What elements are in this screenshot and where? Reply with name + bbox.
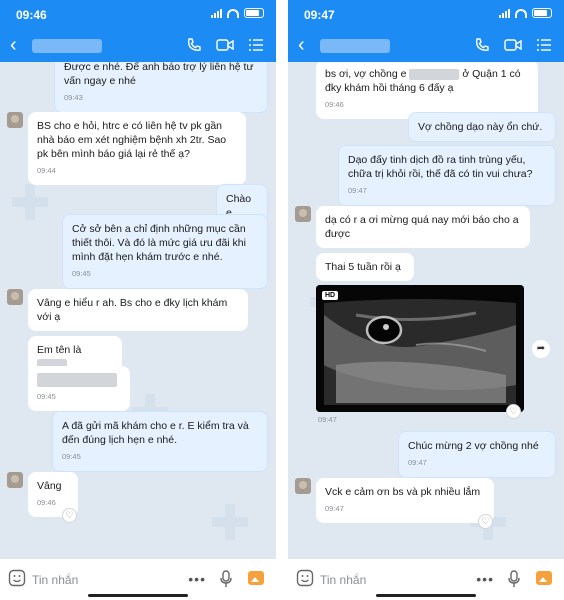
- message-text: dạ có r a ơi mừng quá nay mới báo cho a …: [325, 214, 519, 240]
- hd-badge: HD: [322, 291, 339, 300]
- microphone-icon[interactable]: [508, 570, 520, 588]
- message-bubble-incoming[interactable]: Thai 5 tuần rồi ạ: [316, 253, 414, 281]
- image-icon[interactable]: [536, 571, 552, 585]
- emoji-icon[interactable]: [296, 569, 314, 587]
- signal-icon: [499, 8, 510, 18]
- home-indicator[interactable]: [88, 594, 188, 597]
- message-bubble-incoming[interactable]: Vâng e hiểu r ah. Bs cho e đky lịch khám…: [28, 289, 248, 331]
- message-time: 09:46: [325, 100, 344, 109]
- more-dots-icon[interactable]: •••: [188, 571, 206, 587]
- status-bar: 09:47: [288, 0, 564, 30]
- message-list[interactable]: bs ơi, vợ chồng e ở Quận 1 có đky khám h…: [288, 62, 564, 558]
- redacted-name: [409, 68, 460, 80]
- message-bubble-outgoing[interactable]: Chúc mừng 2 vợ chồng nhé 09:47: [398, 431, 556, 478]
- signal-icon: [211, 8, 222, 18]
- status-time: 09:47: [304, 8, 335, 22]
- more-dots-icon[interactable]: •••: [476, 571, 494, 587]
- video-camera-icon[interactable]: [504, 38, 522, 52]
- avatar[interactable]: [7, 289, 23, 305]
- message-time: 09:47: [318, 415, 337, 424]
- message-text: Cở sở bên a chỉ định những mục cần thiết…: [72, 223, 246, 263]
- message-text: BS cho e hỏi, htrc e có liên hệ tv pk gầ…: [37, 120, 227, 160]
- redacted-text: [37, 373, 117, 388]
- message-text: A đã gửi mã khám cho e r. E kiểm tra và …: [62, 420, 249, 446]
- watermark-logo: [12, 184, 48, 220]
- phone-icon[interactable]: [186, 37, 202, 53]
- message-time: 09:47: [348, 186, 367, 195]
- message-input[interactable]: Tin nhắn: [320, 573, 366, 587]
- message-time: 09:46: [37, 498, 56, 507]
- message-text: Dạo đấy tinh dịch đồ ra tinh trùng yếu, …: [348, 154, 533, 180]
- contact-name-redacted[interactable]: [32, 39, 102, 53]
- message-bubble-incoming[interactable]: bs ơi, vợ chồng e ở Quận 1 có đky khám h…: [316, 62, 538, 119]
- message-time: 09:43: [64, 93, 83, 102]
- home-indicator[interactable]: [376, 594, 476, 597]
- message-text: Chúc mừng 2 vợ chồng nhé: [408, 440, 539, 452]
- left-phone-screen: 09:46 ‹ Được e nhé. Để anh báo trợ lý li…: [0, 0, 276, 600]
- message-bubble-incoming[interactable]: 09:45: [28, 366, 130, 412]
- message-bubble-outgoing[interactable]: A đã gửi mã khám cho e r. E kiểm tra và …: [52, 411, 268, 472]
- message-text: Vck e cảm ơn bs và pk nhiều lắm: [325, 486, 481, 498]
- watermark-logo: [212, 504, 248, 540]
- chat-header: ‹: [0, 30, 276, 62]
- share-arrow-icon[interactable]: ➦: [532, 340, 550, 358]
- avatar[interactable]: [7, 112, 23, 128]
- message-time: 09:47: [325, 504, 344, 513]
- battery-icon: [532, 8, 552, 18]
- message-time: 09:45: [72, 269, 91, 278]
- message-list[interactable]: Được e nhé. Để anh báo trợ lý liên hệ tư…: [0, 62, 276, 558]
- status-time: 09:46: [16, 8, 47, 22]
- message-bubble-incoming[interactable]: BS cho e hỏi, htrc e có liên hệ tv pk gầ…: [28, 112, 246, 185]
- wifi-icon: [227, 8, 239, 18]
- contact-name-redacted[interactable]: [320, 39, 390, 53]
- back-arrow-icon[interactable]: ‹: [10, 34, 17, 56]
- message-text: Em tên là: [37, 344, 82, 356]
- ultrasound-image[interactable]: HD: [316, 285, 524, 412]
- phone-icon[interactable]: [474, 37, 490, 53]
- message-input-bar: Tin nhắn •••: [288, 558, 564, 600]
- back-arrow-icon[interactable]: ‹: [298, 34, 305, 56]
- chat-header: ‹: [288, 30, 564, 62]
- heart-icon[interactable]: ♡: [506, 404, 521, 419]
- message-bubble-outgoing[interactable]: Được e nhé. Để anh báo trợ lý liên hệ tư…: [54, 62, 268, 113]
- status-bar: 09:46: [0, 0, 276, 30]
- message-time: 09:45: [37, 392, 56, 402]
- image-icon[interactable]: [248, 571, 264, 585]
- message-time: 09:47: [408, 458, 427, 467]
- message-time: 09:44: [37, 166, 56, 175]
- message-input-bar: Tin nhắn •••: [0, 558, 276, 600]
- message-bubble-outgoing[interactable]: Cở sở bên a chỉ định những mục cần thiết…: [62, 214, 268, 289]
- status-icons: [211, 8, 264, 18]
- message-bubble-incoming[interactable]: dạ có r a ơi mừng quá nay mới báo cho a …: [316, 206, 530, 248]
- video-camera-icon[interactable]: [216, 38, 234, 52]
- list-menu-icon[interactable]: [536, 38, 552, 52]
- message-time: 09:45: [62, 452, 81, 461]
- heart-icon[interactable]: ♡: [62, 508, 77, 523]
- battery-icon: [244, 8, 264, 18]
- message-bubble-outgoing[interactable]: Dạo đấy tinh dịch đồ ra tinh trùng yếu, …: [338, 145, 556, 206]
- message-input[interactable]: Tin nhắn: [32, 573, 78, 587]
- message-bubble-incoming[interactable]: Vck e cảm ơn bs và pk nhiều lắm 09:47: [316, 478, 494, 523]
- avatar[interactable]: [7, 472, 23, 488]
- message-text: Vợ chồng dạo này ổn chứ.: [418, 121, 543, 133]
- emoji-icon[interactable]: [8, 569, 26, 587]
- status-icons: [499, 8, 552, 18]
- avatar[interactable]: [295, 206, 311, 222]
- avatar[interactable]: [295, 478, 311, 494]
- message-bubble-outgoing[interactable]: Vợ chồng dạo này ổn chứ.: [408, 112, 556, 142]
- message-text: Vâng e hiểu r ah. Bs cho e đky lịch khám…: [37, 297, 228, 323]
- heart-icon[interactable]: ♡: [478, 514, 493, 529]
- right-phone-screen: 09:47 ‹ bs ơi, vợ chồng e ở Quận 1 có đk…: [288, 0, 564, 600]
- message-text: Vâng: [37, 480, 62, 492]
- list-menu-icon[interactable]: [248, 38, 264, 52]
- wifi-icon: [515, 8, 527, 18]
- message-text: Được e nhé. Để anh báo trợ lý liên hệ tư…: [64, 62, 254, 87]
- message-text: Thai 5 tuần rồi ạ: [325, 261, 401, 273]
- microphone-icon[interactable]: [220, 570, 232, 588]
- message-text: bs ơi, vợ chồng e: [325, 68, 407, 80]
- ultrasound-scan-graphic: [316, 285, 524, 412]
